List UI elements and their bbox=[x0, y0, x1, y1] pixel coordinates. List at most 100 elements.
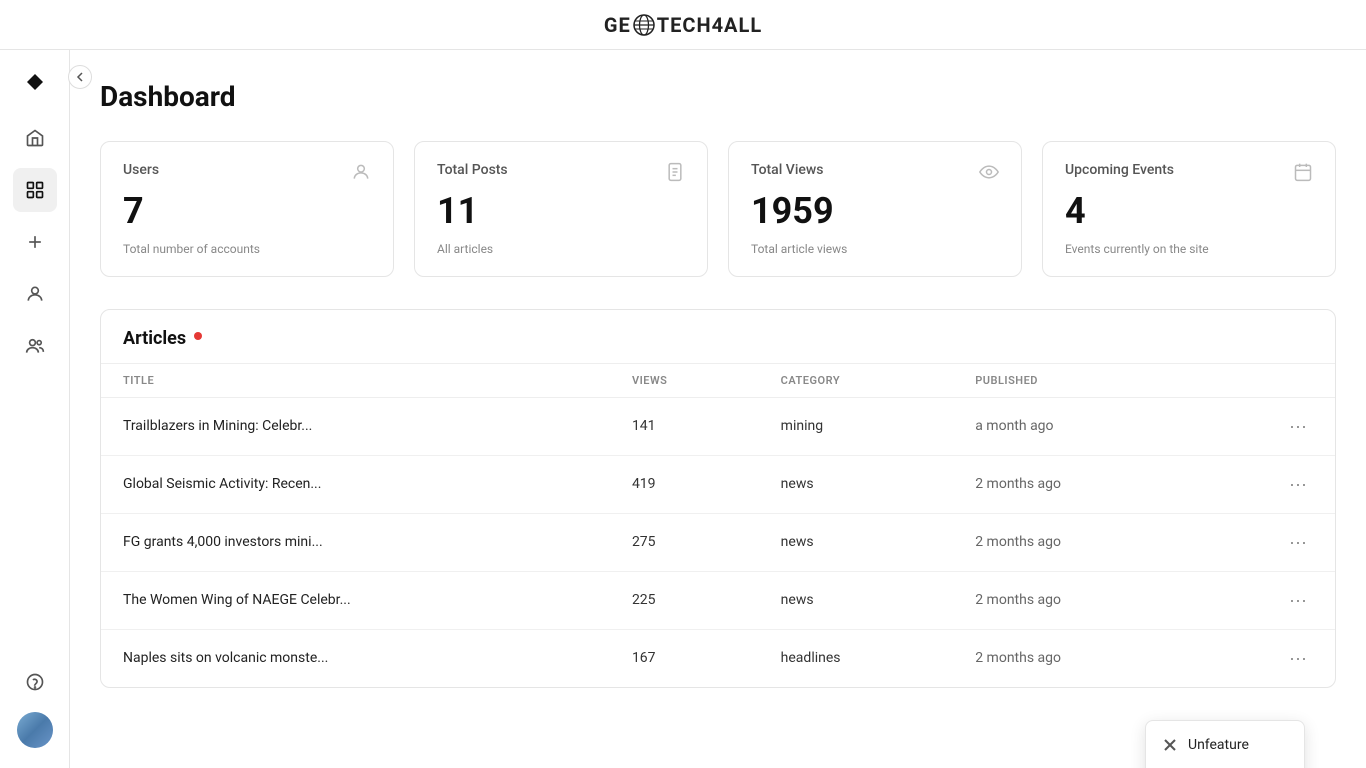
article-published-cell: 2 months ago bbox=[953, 513, 1196, 571]
stat-sub-views: Total article views bbox=[751, 242, 999, 256]
col-header-category: CATEGORY bbox=[759, 364, 954, 398]
chevron-left-icon bbox=[75, 72, 85, 82]
stat-value-events: 4 bbox=[1065, 192, 1313, 232]
article-actions-cell: ··· bbox=[1196, 571, 1335, 629]
stat-sub-posts: All articles bbox=[437, 242, 685, 256]
stat-label-views: Total Views bbox=[751, 162, 823, 178]
main-content: Dashboard Users 7 Total number of accoun… bbox=[70, 50, 1366, 768]
context-menu: Unfeature Edit bbox=[1145, 720, 1305, 768]
article-category-cell: headlines bbox=[759, 629, 954, 687]
article-views-cell: 141 bbox=[610, 397, 759, 455]
sidebar-toggle-button[interactable] bbox=[68, 65, 92, 89]
article-title-cell: Naples sits on volcanic monste... bbox=[101, 629, 610, 687]
stat-card-total-views: Total Views 1959 Total article views bbox=[728, 141, 1022, 277]
stat-value-users: 7 bbox=[123, 192, 371, 232]
article-published-cell: 2 months ago bbox=[953, 571, 1196, 629]
article-views-cell: 225 bbox=[610, 571, 759, 629]
user-icon bbox=[351, 162, 371, 186]
stat-label-posts: Total Posts bbox=[437, 162, 508, 178]
context-menu-edit[interactable]: Edit bbox=[1146, 763, 1304, 768]
sidebar-item-help[interactable] bbox=[13, 660, 57, 704]
sidebar-item-home[interactable] bbox=[13, 116, 57, 160]
table-row: FG grants 4,000 investors mini...275news… bbox=[101, 513, 1335, 571]
help-icon bbox=[25, 672, 45, 692]
stat-value-posts: 11 bbox=[437, 192, 685, 232]
stat-sub-users: Total number of accounts bbox=[123, 242, 371, 256]
diamond-icon bbox=[25, 72, 45, 92]
col-header-published: PUBLISHED bbox=[953, 364, 1196, 398]
article-more-button[interactable]: ··· bbox=[1283, 530, 1313, 555]
article-category-cell: mining bbox=[759, 397, 954, 455]
sidebar-item-user[interactable] bbox=[13, 272, 57, 316]
stat-card-header-events: Upcoming Events bbox=[1065, 162, 1313, 186]
x-icon bbox=[1162, 737, 1178, 753]
context-menu-unfeature[interactable]: Unfeature bbox=[1146, 727, 1304, 763]
table-row: Trailblazers in Mining: Celebr...141mini… bbox=[101, 397, 1335, 455]
col-header-title: TITLE bbox=[101, 364, 610, 398]
sidebar-item-add[interactable] bbox=[13, 220, 57, 264]
article-published-cell: a month ago bbox=[953, 397, 1196, 455]
article-actions-cell: ··· bbox=[1196, 513, 1335, 571]
logo: GE TECH4ALL bbox=[604, 13, 762, 37]
user-avatar[interactable] bbox=[17, 712, 53, 748]
calendar-icon bbox=[1293, 162, 1313, 186]
page-title: Dashboard bbox=[100, 80, 1336, 113]
article-views-cell: 275 bbox=[610, 513, 759, 571]
stat-card-header-views: Total Views bbox=[751, 162, 999, 186]
icon-rail bbox=[0, 50, 70, 768]
articles-table-head: TITLE VIEWS CATEGORY PUBLISHED bbox=[101, 364, 1335, 398]
users-icon bbox=[25, 336, 45, 356]
stat-label-events: Upcoming Events bbox=[1065, 162, 1174, 178]
user-single-icon bbox=[25, 284, 45, 304]
stat-sub-events: Events currently on the site bbox=[1065, 242, 1313, 256]
articles-header: Articles bbox=[101, 310, 1335, 364]
stat-value-views: 1959 bbox=[751, 192, 999, 232]
article-published-cell: 2 months ago bbox=[953, 455, 1196, 513]
article-published-cell: 2 months ago bbox=[953, 629, 1196, 687]
article-actions-cell: ··· bbox=[1196, 629, 1335, 687]
articles-section-title: Articles bbox=[123, 328, 186, 349]
top-bar: GE TECH4ALL bbox=[0, 0, 1366, 50]
brand-icon bbox=[13, 60, 57, 104]
article-more-button[interactable]: ··· bbox=[1283, 472, 1313, 497]
articles-table-body: Trailblazers in Mining: Celebr...141mini… bbox=[101, 397, 1335, 687]
articles-table-header-row: TITLE VIEWS CATEGORY PUBLISHED bbox=[101, 364, 1335, 398]
eye-icon bbox=[979, 162, 999, 186]
stat-card-upcoming-events: Upcoming Events 4 Events currently on th… bbox=[1042, 141, 1336, 277]
red-dot-indicator bbox=[194, 332, 202, 340]
sidebar-item-dashboard[interactable] bbox=[13, 168, 57, 212]
article-title-cell: Trailblazers in Mining: Celebr... bbox=[101, 397, 610, 455]
home-icon bbox=[25, 128, 45, 148]
col-header-views: VIEWS bbox=[610, 364, 759, 398]
article-category-cell: news bbox=[759, 513, 954, 571]
stat-card-header-users: Users bbox=[123, 162, 371, 186]
stat-label-users: Users bbox=[123, 162, 159, 178]
table-row: Global Seismic Activity: Recen...419news… bbox=[101, 455, 1335, 513]
article-actions-cell: ··· bbox=[1196, 397, 1335, 455]
col-header-actions bbox=[1196, 364, 1335, 398]
article-category-cell: news bbox=[759, 455, 954, 513]
stat-card-total-posts: Total Posts 11 All articles bbox=[414, 141, 708, 277]
articles-table: TITLE VIEWS CATEGORY PUBLISHED Trailblaz… bbox=[101, 364, 1335, 687]
plus-icon bbox=[25, 232, 45, 252]
document-icon bbox=[665, 162, 685, 186]
avatar-image bbox=[17, 712, 53, 748]
logo-text-ge: GE bbox=[604, 13, 631, 37]
stat-card-users: Users 7 Total number of accounts bbox=[100, 141, 394, 277]
article-title-cell: The Women Wing of NAEGE Celebr... bbox=[101, 571, 610, 629]
article-title-cell: Global Seismic Activity: Recen... bbox=[101, 455, 610, 513]
article-title-cell: FG grants 4,000 investors mini... bbox=[101, 513, 610, 571]
stats-row: Users 7 Total number of accounts Total P… bbox=[100, 141, 1336, 277]
article-more-button[interactable]: ··· bbox=[1283, 646, 1313, 671]
article-views-cell: 419 bbox=[610, 455, 759, 513]
article-views-cell: 167 bbox=[610, 629, 759, 687]
context-menu-unfeature-label: Unfeature bbox=[1188, 737, 1249, 753]
sidebar-item-users[interactable] bbox=[13, 324, 57, 368]
rail-bottom bbox=[13, 660, 57, 768]
article-more-button[interactable]: ··· bbox=[1283, 414, 1313, 439]
article-more-button[interactable]: ··· bbox=[1283, 588, 1313, 613]
stat-card-header-posts: Total Posts bbox=[437, 162, 685, 186]
article-actions-cell: ··· bbox=[1196, 455, 1335, 513]
globe-icon bbox=[633, 14, 655, 36]
article-category-cell: news bbox=[759, 571, 954, 629]
